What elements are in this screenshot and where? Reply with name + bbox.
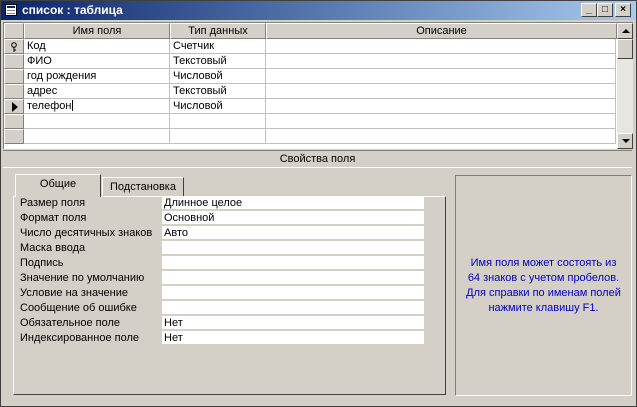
table-design-window: список : таблица _ □ × Имя поля Тип данн… — [0, 0, 637, 407]
text-caret — [72, 100, 74, 111]
maximize-icon: □ — [601, 4, 609, 15]
property-label: Формат поля — [20, 212, 87, 224]
scroll-down-button[interactable] — [617, 133, 633, 149]
property-indexed[interactable]: Нет — [162, 331, 424, 345]
row-selector[interactable] — [4, 54, 24, 69]
description-cell[interactable] — [266, 54, 616, 69]
property-label: Условие на значение — [20, 287, 129, 299]
row-pointer-icon — [12, 102, 18, 112]
column-header-description[interactable]: Описание — [266, 23, 617, 39]
property-label: Размер поля — [20, 197, 86, 209]
empty-cell[interactable] — [170, 114, 266, 129]
table-icon — [5, 4, 17, 16]
maximize-button[interactable]: □ — [597, 3, 613, 17]
empty-cell[interactable] — [170, 129, 266, 144]
field-name-cell[interactable]: адрес — [24, 84, 170, 99]
row-selector[interactable] — [4, 84, 24, 99]
data-type-cell[interactable]: Числовой — [170, 99, 266, 114]
data-type-cell[interactable]: Текстовый — [170, 54, 266, 69]
scroll-up-icon — [622, 29, 630, 33]
close-icon: × — [620, 4, 626, 15]
vertical-scrollbar[interactable] — [617, 23, 633, 149]
row-selector[interactable] — [4, 39, 24, 54]
property-label: Подпись — [20, 257, 64, 269]
help-text: Имя поля может состоять из 64 знаков с у… — [460, 256, 627, 316]
help-line: Имя поля может состоять из — [470, 257, 617, 269]
field-name-cell-active[interactable]: телефон — [24, 99, 170, 114]
property-label: Индексированное поле — [20, 332, 139, 344]
row-selector[interactable] — [4, 129, 24, 144]
scroll-thumb[interactable] — [617, 39, 633, 59]
scroll-down-icon — [622, 139, 630, 143]
tab-general[interactable]: Общие — [15, 174, 101, 197]
property-required[interactable]: Нет — [162, 316, 424, 330]
title-bar[interactable]: список : таблица _ □ × — [1, 1, 636, 20]
property-validation-text[interactable] — [162, 301, 424, 315]
description-cell[interactable] — [266, 84, 616, 99]
property-decimal-places[interactable]: Авто — [162, 226, 424, 240]
property-label: Значение по умолчанию — [20, 272, 145, 284]
key-icon — [11, 42, 17, 52]
help-line: нажмите клавишу F1. — [488, 302, 599, 314]
minimize-button[interactable]: _ — [581, 3, 597, 17]
property-label: Обязательное поле — [20, 317, 121, 329]
field-name-cell[interactable]: Код — [24, 39, 170, 54]
help-line: Для справки по именам полей — [466, 287, 621, 299]
description-cell[interactable] — [266, 69, 616, 84]
help-line: 64 знаков с учетом пробелов. — [467, 272, 620, 284]
column-header-name[interactable]: Имя поля — [24, 23, 170, 39]
property-format[interactable]: Основной — [162, 211, 424, 225]
field-name-cell[interactable]: год рождения — [24, 69, 170, 84]
data-type-cell[interactable]: Числовой — [170, 69, 266, 84]
scroll-up-button[interactable] — [617, 23, 633, 39]
empty-cell[interactable] — [266, 114, 616, 129]
description-cell[interactable] — [266, 39, 616, 54]
row-selector-current[interactable] — [4, 99, 24, 114]
row-selector[interactable] — [4, 69, 24, 84]
column-header-type[interactable]: Тип данных — [170, 23, 266, 39]
grid-corner — [4, 23, 24, 39]
property-label: Маска ввода — [20, 242, 86, 254]
property-field-size[interactable]: Длинное целое — [162, 196, 424, 210]
close-button[interactable]: × — [615, 3, 631, 17]
description-cell[interactable] — [266, 99, 616, 114]
field-name-cell[interactable]: ФИО — [24, 54, 170, 69]
field-grid: Имя поля Тип данных Описание Код Счетчик… — [3, 22, 633, 149]
help-panel: Имя поля может состоять из 64 знаков с у… — [455, 175, 632, 396]
empty-cell[interactable] — [24, 114, 170, 129]
tab-lookup[interactable]: Подстановка — [102, 177, 184, 197]
minimize-icon: _ — [586, 4, 592, 15]
property-input-mask[interactable] — [162, 241, 424, 255]
property-validation-rule[interactable] — [162, 286, 424, 300]
property-default-value[interactable] — [162, 271, 424, 285]
row-selector[interactable] — [4, 114, 24, 129]
property-caption[interactable] — [162, 256, 424, 270]
property-label: Сообщение об ошибке — [20, 302, 137, 314]
field-properties-header: Свойства поля — [3, 150, 632, 168]
property-label: Число десятичных знаков — [20, 227, 153, 239]
empty-cell[interactable] — [266, 129, 616, 144]
data-type-cell[interactable]: Счетчик — [170, 39, 266, 54]
window-title: список : таблица — [22, 3, 123, 17]
data-type-cell[interactable]: Текстовый — [170, 84, 266, 99]
empty-cell[interactable] — [24, 129, 170, 144]
field-name-text: телефон — [27, 100, 72, 112]
